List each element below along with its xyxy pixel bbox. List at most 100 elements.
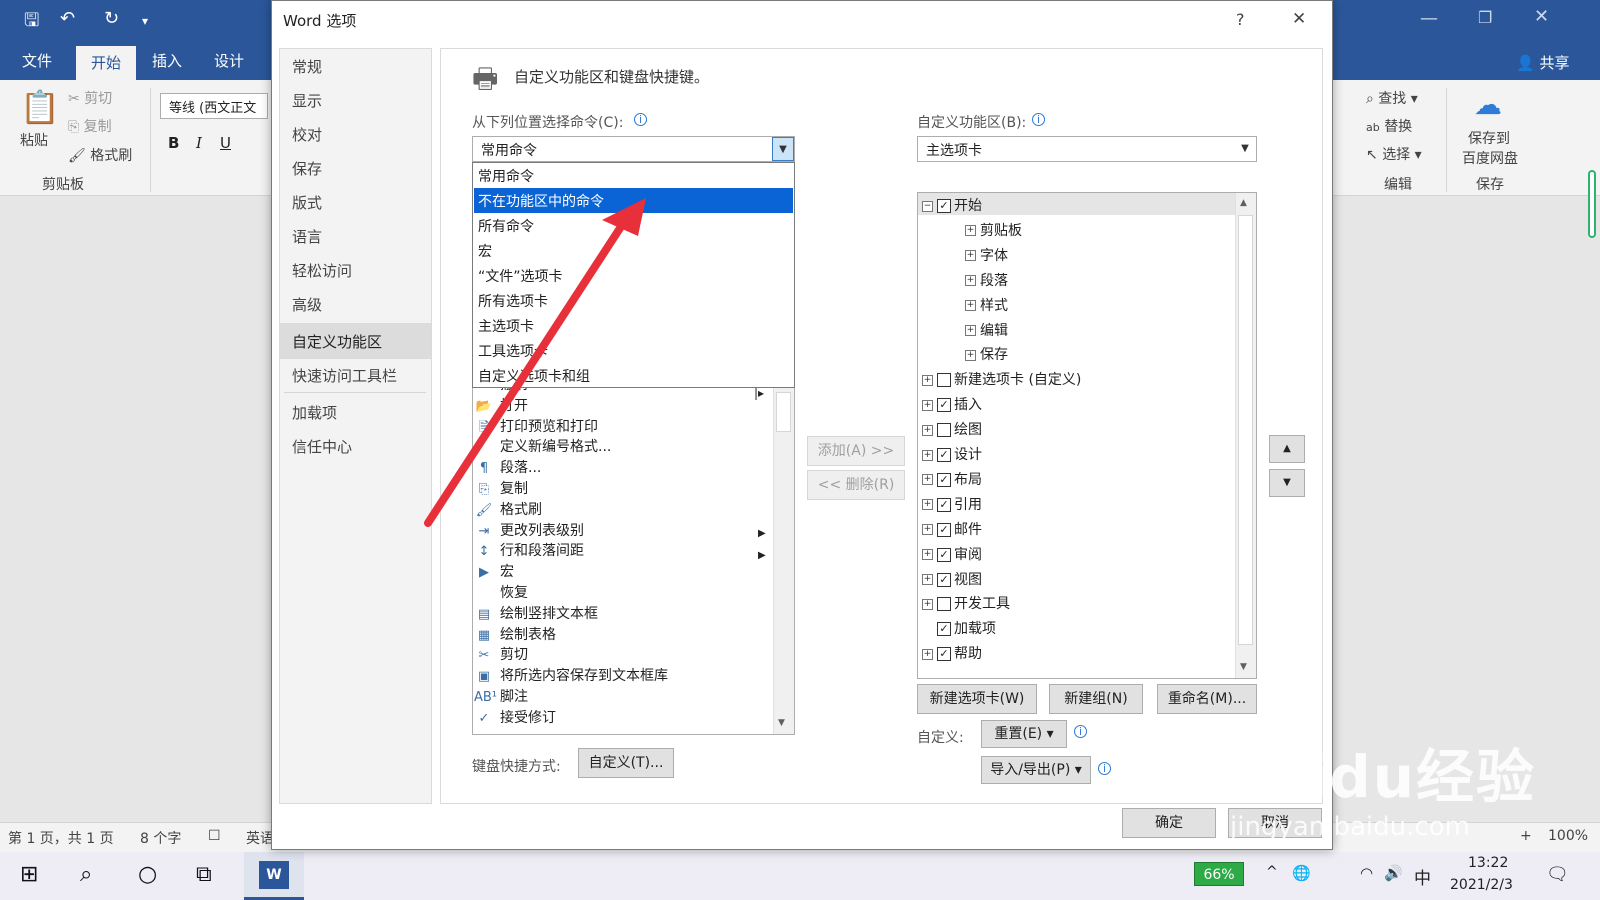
scroll-indicator[interactable] xyxy=(1588,170,1596,238)
dropdown-option[interactable]: 自定义选项卡和组 xyxy=(474,363,793,388)
scroll-down-icon[interactable]: ▼ xyxy=(1240,662,1247,672)
dropdown-option[interactable]: 工具选项卡 xyxy=(474,338,793,363)
expand-icon[interactable]: + xyxy=(922,574,933,585)
save-to-baidu-label[interactable]: 保存到 xyxy=(1468,128,1510,148)
sidebar-item-language[interactable]: 语言 xyxy=(292,226,322,247)
cut-button[interactable]: ✂ 剪切 xyxy=(68,88,112,108)
scroll-down-icon[interactable]: ▼ xyxy=(778,718,785,728)
keyboard-customize-button[interactable]: 自定义(T)... xyxy=(578,748,674,778)
search-icon[interactable]: ⌕ xyxy=(80,862,92,887)
customize-ribbon-select[interactable]: 主选项卡 ▼ xyxy=(917,136,1257,162)
notification-icon[interactable]: 🗨 xyxy=(1546,864,1569,885)
tree-scroll-thumb[interactable] xyxy=(1238,215,1253,645)
move-down-button[interactable]: ▼ xyxy=(1269,469,1305,497)
move-up-button[interactable]: ▲ xyxy=(1269,435,1305,463)
ok-button[interactable]: 确定 xyxy=(1122,808,1216,838)
expand-icon[interactable]: + xyxy=(965,225,976,237)
tree-item[interactable]: + ✓ 审阅 xyxy=(922,544,982,564)
new-group-button[interactable]: 新建组(N) xyxy=(1049,684,1143,714)
sidebar-item-accessibility[interactable]: 轻松访问 xyxy=(292,260,352,281)
expand-icon[interactable]: + xyxy=(922,399,933,411)
list-item[interactable]: 📂 打开 xyxy=(474,395,528,415)
list-item[interactable]: ⎘ 复制 xyxy=(474,478,528,498)
expand-icon[interactable]: + xyxy=(922,449,933,461)
list-item[interactable]: 🖌 格式刷 xyxy=(474,499,542,519)
checkbox[interactable]: ✓ xyxy=(937,497,951,512)
dropdown-option[interactable]: “文件”选项卡 xyxy=(474,263,793,288)
tree-item[interactable]: + 字体 xyxy=(965,245,1008,265)
expand-icon[interactable]: + xyxy=(922,424,933,436)
dropdown-option[interactable]: 宏 xyxy=(474,238,793,263)
chevron-up-icon[interactable]: ^ xyxy=(1266,864,1278,880)
tab-insert[interactable]: 插入 xyxy=(152,50,182,71)
tree-item[interactable]: − ✓ 开始 xyxy=(922,195,982,215)
windows-start-icon[interactable]: ⊞ xyxy=(20,862,38,887)
checkbox[interactable]: ✓ xyxy=(937,622,951,637)
expand-icon[interactable]: + xyxy=(922,549,933,561)
list-item[interactable]: AB¹ 脚注 xyxy=(474,686,528,706)
expand-icon[interactable]: + xyxy=(965,325,976,336)
task-view-icon[interactable]: ⧉ xyxy=(196,862,212,887)
network-globe-icon[interactable]: 🌐 xyxy=(1292,864,1311,882)
list-item[interactable]: ✓ 接受修订 xyxy=(474,707,556,727)
checkbox[interactable] xyxy=(937,373,951,388)
tree-item[interactable]: + 开发工具 xyxy=(922,593,1010,613)
tree-item[interactable]: + 新建选项卡 (自定义) xyxy=(922,369,1081,389)
tab-file[interactable]: 文件 xyxy=(22,50,52,71)
tree-item[interactable]: + ✓ 帮助 xyxy=(922,643,982,663)
sidebar-item-quick-access[interactable]: 快速访问工具栏 xyxy=(292,365,397,386)
list-item[interactable]: ▶ 宏 xyxy=(474,561,514,581)
zoom-in-icon[interactable]: + xyxy=(1520,828,1532,844)
undo-icon[interactable]: ↶ xyxy=(60,8,75,29)
page-count[interactable]: 第 1 页，共 1 页 xyxy=(8,828,114,848)
dropdown-option[interactable]: 所有选项卡 xyxy=(474,288,793,313)
dropdown-option[interactable]: 常用命令 xyxy=(474,163,793,188)
expand-icon[interactable]: + xyxy=(965,300,976,312)
tree-item[interactable]: + 保存 xyxy=(965,344,1008,364)
sidebar-item-save[interactable]: 保存 xyxy=(292,158,322,179)
info-icon[interactable]: i xyxy=(1098,762,1111,775)
checkbox[interactable]: ✓ xyxy=(937,572,951,587)
sidebar-item-general[interactable]: 常规 xyxy=(292,56,322,77)
expand-icon[interactable]: + xyxy=(922,374,933,386)
commands-list-scrollbar[interactable] xyxy=(773,388,794,734)
cortana-icon[interactable]: ○ xyxy=(138,862,157,887)
copy-button[interactable]: ⎘ 复制 xyxy=(68,116,112,136)
tree-item[interactable]: + 绘图 xyxy=(922,419,982,439)
info-icon[interactable]: i xyxy=(1032,113,1045,126)
expand-icon[interactable]: + xyxy=(965,349,976,361)
checkbox[interactable]: ✓ xyxy=(937,522,951,537)
list-item[interactable]: ¶ 段落... xyxy=(474,457,542,477)
scroll-up-icon[interactable]: ▲ xyxy=(1240,198,1247,208)
ime-indicator[interactable]: 中 xyxy=(1414,864,1431,889)
sidebar-item-trust-center[interactable]: 信任中心 xyxy=(292,436,352,457)
share-button[interactable]: 👤 共享 xyxy=(1516,52,1569,73)
checkbox[interactable]: ✓ xyxy=(937,547,951,562)
expand-icon[interactable]: + xyxy=(922,598,933,610)
baidu-cloud-icon[interactable]: ☁ xyxy=(1474,88,1502,121)
info-icon[interactable]: i xyxy=(1074,725,1087,738)
language-status[interactable]: 英语 xyxy=(246,828,274,848)
redo-icon[interactable]: ↻ xyxy=(104,8,119,29)
checkbox[interactable]: ✓ xyxy=(937,472,951,487)
word-count[interactable]: 8 个字 xyxy=(140,828,181,848)
list-item[interactable]: 恢复 xyxy=(474,582,528,602)
commands-scroll-thumb[interactable] xyxy=(776,392,791,432)
word-taskbar-button[interactable]: W xyxy=(244,852,304,900)
chevron-down-icon[interactable]: ▼ xyxy=(1234,137,1256,161)
dropdown-option[interactable]: 主选项卡 xyxy=(474,313,793,338)
battery-indicator[interactable]: 66% xyxy=(1194,862,1244,886)
dropdown-option[interactable]: 不在功能区中的命令 xyxy=(474,188,793,213)
sidebar-item-display[interactable]: 显示 xyxy=(292,90,322,111)
tree-item[interactable]: + ✓ 视图 xyxy=(922,569,982,589)
add-button[interactable]: 添加(A) >> xyxy=(807,436,905,466)
tree-item[interactable]: + 样式 xyxy=(965,295,1008,315)
tab-home[interactable]: 开始 xyxy=(76,46,136,80)
tree-item[interactable]: + ✓ 邮件 xyxy=(922,519,982,539)
qat-dropdown-icon[interactable]: ▾ xyxy=(142,14,148,28)
zoom-level[interactable]: 100% xyxy=(1548,828,1588,844)
format-painter-button[interactable]: 🖌 格式刷 xyxy=(68,145,132,165)
list-item[interactable]: ▤ 绘制竖排文本框 xyxy=(474,603,598,623)
dialog-close-button[interactable]: ✕ xyxy=(1292,9,1306,29)
tree-item[interactable]: + 编辑 xyxy=(965,320,1008,340)
